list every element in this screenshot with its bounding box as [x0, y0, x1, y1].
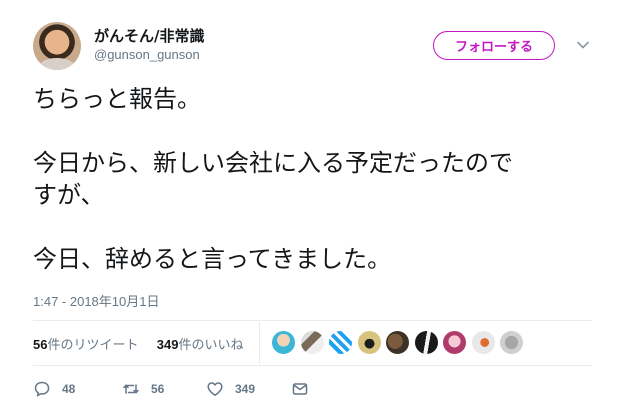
tweet-stats: 56件のリツイート 349件のいいね [33, 334, 243, 353]
liker-avatar[interactable] [385, 330, 410, 355]
retweet-icon [123, 384, 139, 394]
tweet-text: ちらっと報告。 今日から、新しい会社に入る予定だったので すが、 今日、辞めると… [33, 83, 603, 275]
liker-avatars [271, 330, 528, 355]
reply-count: 48 [62, 382, 76, 396]
liker-avatar[interactable] [271, 330, 296, 355]
divider [259, 322, 260, 364]
tweet-line: ちらっと報告。 [33, 85, 201, 113]
tweet-timestamp[interactable]: 1:47 - 2018年10月1日 [33, 291, 159, 310]
liker-avatar[interactable] [356, 330, 382, 355]
like-icon [207, 382, 223, 396]
reply-button[interactable]: 48 [33, 380, 122, 398]
tweet-line: 今日、辞めると言ってきました。 [33, 245, 392, 273]
direct-message-icon [292, 383, 308, 395]
avatar[interactable] [33, 22, 81, 70]
user-name[interactable]: がんそん/非常識 [94, 25, 204, 46]
tweet-line: すが、 [33, 181, 105, 209]
liker-avatar[interactable] [328, 330, 353, 355]
like-button[interactable]: 349 [206, 380, 291, 398]
divider [33, 320, 592, 321]
retweets-stat[interactable]: 56件のリツイート [33, 337, 138, 353]
likes-stat[interactable]: 349件のいいね [157, 337, 244, 353]
tweet-actions: 48 56 349 [33, 378, 309, 400]
divider [33, 365, 592, 366]
like-count: 349 [235, 382, 256, 396]
chevron-down-icon[interactable] [576, 38, 590, 52]
retweet-button[interactable]: 56 [122, 380, 206, 398]
liker-avatar[interactable] [413, 330, 439, 355]
retweet-count: 56 [151, 382, 165, 396]
liker-avatar[interactable] [299, 330, 325, 355]
liker-avatar[interactable] [442, 330, 467, 355]
follow-button[interactable]: フォローする [433, 31, 555, 60]
tweet-line: 今日から、新しい会社に入る予定だったので [33, 149, 513, 177]
direct-message-button[interactable] [291, 380, 309, 398]
liker-avatar[interactable] [499, 330, 524, 355]
user-handle[interactable]: @gunson_gunson [94, 47, 200, 62]
liker-avatar[interactable] [470, 330, 496, 355]
reply-icon [34, 381, 50, 397]
